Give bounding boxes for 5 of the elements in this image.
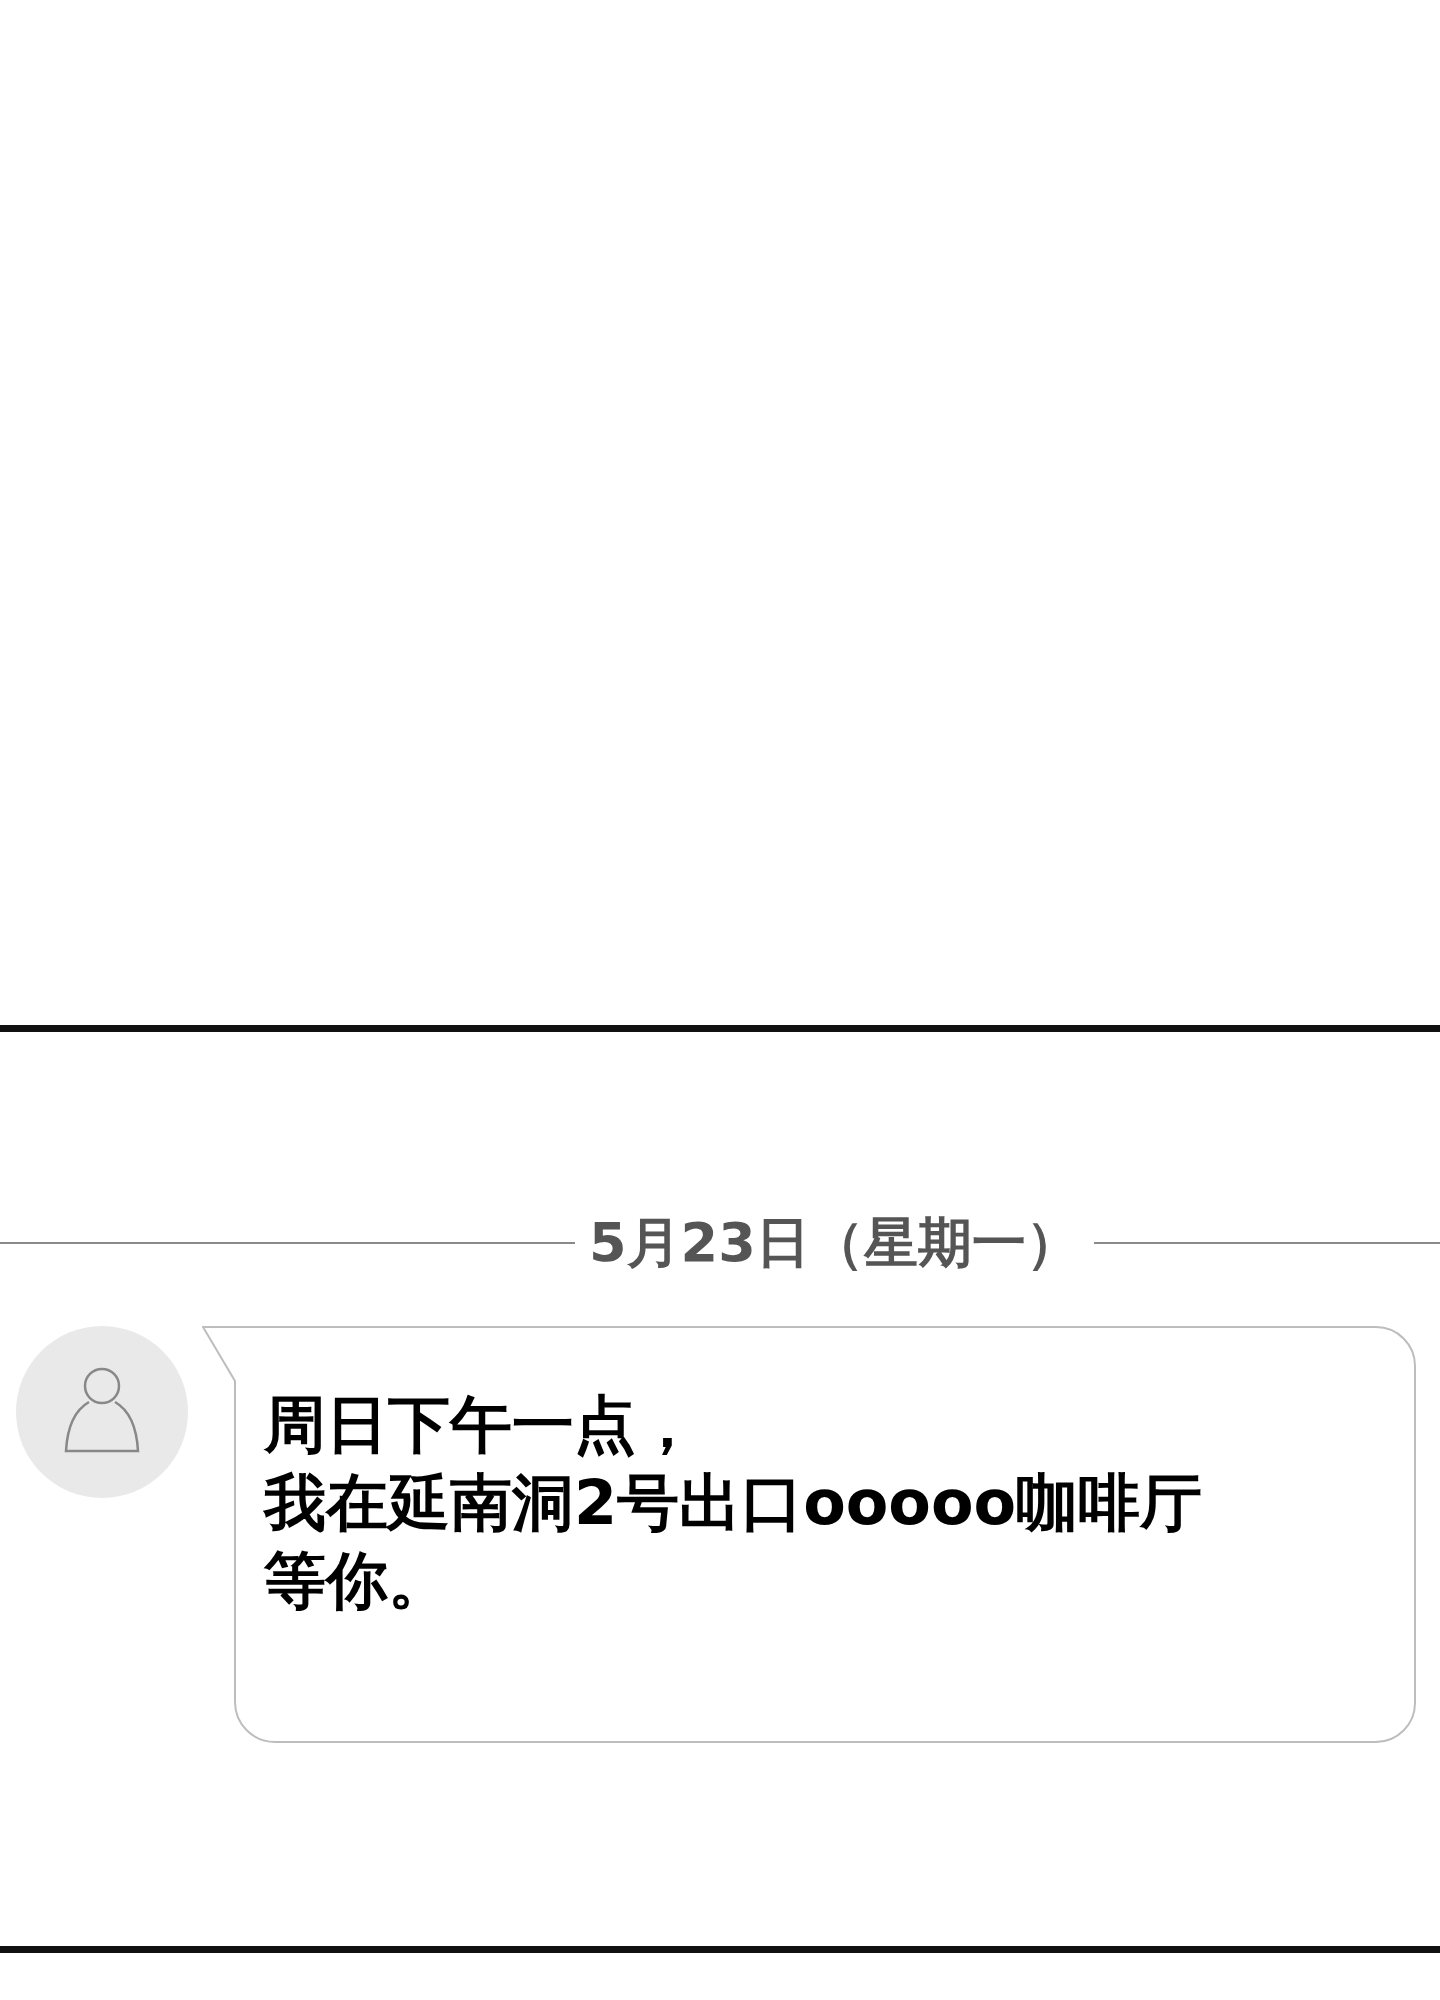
date-label: 5月23日（星期一） [589, 1210, 1080, 1276]
avatar-icon [16, 1326, 188, 1498]
message-text: 等你。 [264, 1543, 451, 1619]
message-text: 周日下午一点， [264, 1387, 699, 1463]
message-text: 我在延南洞2号出口ooooo咖啡厅 [264, 1465, 1204, 1541]
